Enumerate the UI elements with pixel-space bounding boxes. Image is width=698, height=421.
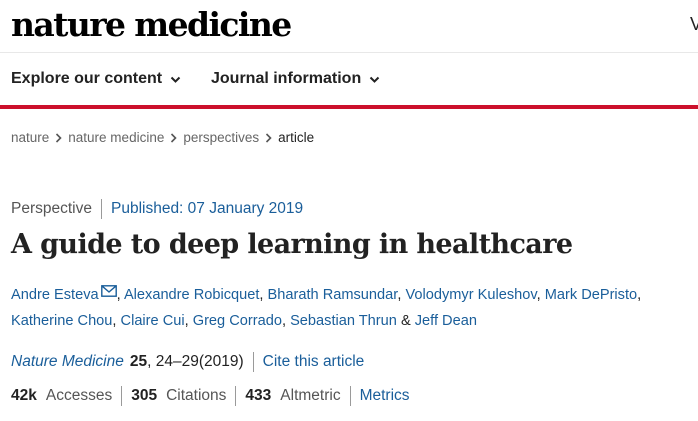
author-separator: , (637, 287, 642, 303)
journal-pages: , 24–29(2019) (147, 353, 244, 370)
author-link[interactable]: Jeff Dean (415, 313, 477, 329)
author-separator: , (112, 313, 121, 329)
main-nav: Explore our content Journal information (0, 53, 698, 105)
article-meta: Perspective Published: 07 January 2019 (11, 199, 303, 219)
altmetric-label: Altmetric (280, 387, 341, 404)
divider (349, 386, 351, 406)
accesses-label: Accesses (45, 387, 113, 404)
divider (100, 199, 102, 219)
citation-line: Nature Medicine 25, 24–29(2019) Cite thi… (11, 352, 364, 372)
nav-explore-content[interactable]: Explore our content (11, 53, 181, 105)
author-link[interactable]: Alexandre Robicquet (124, 287, 259, 303)
journal-volume: 25 (129, 353, 148, 370)
nav-journal-label: Journal information (211, 70, 362, 87)
author-separator: , (259, 287, 268, 303)
journal-logo[interactable]: nature medicine (11, 3, 292, 47)
chevron-down-icon (170, 74, 181, 85)
author-separator: , (116, 287, 124, 303)
mail-icon[interactable] (100, 285, 117, 297)
author-link[interactable]: Katherine Chou (11, 313, 112, 329)
article-metrics: 42k Accesses 305 Citations 433 Altmetric… (11, 386, 410, 406)
breadcrumb-nature[interactable]: nature (11, 130, 49, 145)
breadcrumb: nature nature medicine perspectives arti… (11, 130, 314, 145)
citations-count: 305 (131, 387, 158, 404)
altmetric-count: 433 (245, 387, 272, 404)
author-separator: , (184, 313, 193, 329)
site-header: nature medicine V (0, 0, 698, 53)
divider (252, 352, 254, 372)
chevron-down-icon (369, 74, 380, 85)
author-separator: , (281, 313, 291, 329)
article-type: Perspective (11, 200, 92, 217)
cite-this-article-link[interactable]: Cite this article (263, 353, 365, 371)
divider (235, 386, 237, 406)
metrics-link[interactable]: Metrics (360, 387, 410, 405)
nav-accent-bar (0, 105, 698, 109)
author-separator: , (536, 287, 545, 303)
accesses-count: 42k (11, 387, 37, 404)
author-link[interactable]: Sebastian Thrun (290, 313, 397, 329)
author-link[interactable]: Greg Corrado (193, 313, 282, 329)
nav-journal-information[interactable]: Journal information (211, 53, 380, 105)
author-link[interactable]: Andre Esteva (11, 287, 99, 303)
article-title: A guide to deep learning in healthcare (11, 229, 573, 260)
author-link[interactable]: Mark DePristo (545, 287, 637, 303)
citations-label: Citations (166, 387, 227, 404)
breadcrumb-perspectives[interactable]: perspectives (183, 130, 259, 145)
chevron-right-icon (55, 132, 62, 143)
author-list: Andre Esteva, Alexandre Robicquet, Bhara… (11, 282, 696, 334)
author-link[interactable]: Claire Cui (121, 313, 185, 329)
header-partial-text: V (690, 14, 698, 34)
divider (121, 386, 123, 406)
breadcrumb-current: article (278, 130, 315, 145)
author-link[interactable]: Bharath Ramsundar (268, 287, 398, 303)
author-link[interactable]: Volodymyr Kuleshov (405, 287, 536, 303)
journal-name[interactable]: Nature Medicine (11, 353, 124, 371)
published-date: Published: 07 January 2019 (110, 200, 304, 217)
author-and: & (396, 313, 415, 329)
chevron-right-icon (265, 132, 272, 143)
nav-explore-label: Explore our content (11, 70, 163, 87)
breadcrumb-nature-medicine[interactable]: nature medicine (68, 130, 164, 145)
chevron-right-icon (170, 132, 177, 143)
